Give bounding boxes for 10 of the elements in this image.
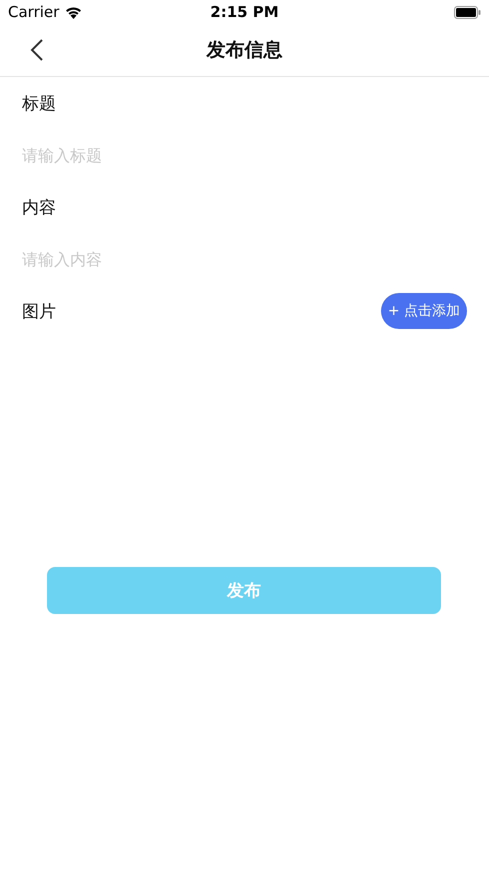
- field-label: 图片: [22, 300, 56, 324]
- field-label: 标题: [22, 92, 57, 116]
- page-title: 发布信息: [206, 38, 282, 63]
- back-icon[interactable]: [30, 38, 44, 62]
- battery-icon: [454, 6, 481, 18]
- carrier-name: Carrier: [8, 3, 60, 21]
- field-label: 内容: [22, 196, 57, 220]
- wifi-icon: [65, 6, 82, 18]
- status-time: 2:15 PM: [210, 3, 279, 21]
- add-image-button[interactable]: + 点击添加: [380, 293, 467, 329]
